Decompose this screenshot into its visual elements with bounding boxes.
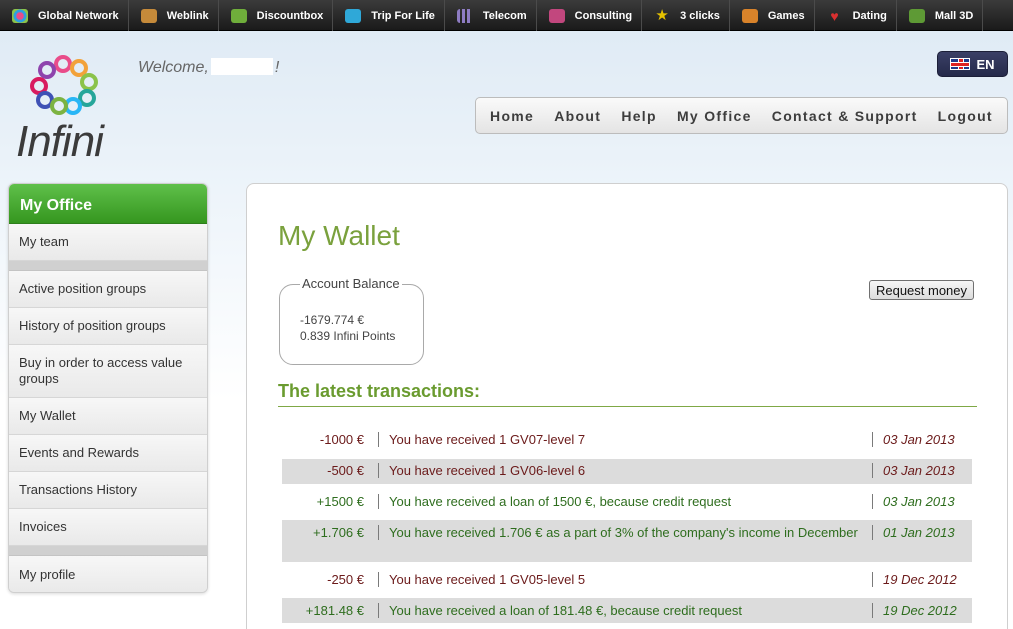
sidebar-separator — [9, 261, 207, 271]
transaction-date: 19 Dec 2012 — [872, 603, 972, 618]
transaction-date: 03 Jan 2013 — [872, 432, 972, 447]
sidebar-item-my-profile[interactable]: My profile — [9, 556, 207, 592]
sidebar-item-history-of-position-groups[interactable]: History of position groups — [9, 308, 207, 345]
network-link-consulting[interactable]: Consulting — [537, 0, 643, 31]
latest-transactions-heading: The latest transactions: — [278, 381, 977, 407]
transaction-description: You have received 1 GV06-level 6 — [378, 463, 872, 478]
star-icon: ★ — [655, 6, 669, 24]
network-bar: Global Network Weblink Discountbox Trip … — [0, 0, 1013, 31]
transaction-date: 01 Jan 2013 — [872, 525, 972, 540]
transaction-description: You have received 1 GV05-level 5 — [378, 572, 872, 587]
sidebar-item-events-and-rewards[interactable]: Events and Rewards — [9, 435, 207, 472]
transaction-date: 03 Jan 2013 — [872, 463, 972, 478]
request-money-button[interactable]: Request money — [869, 280, 974, 300]
network-link-telecom[interactable]: Telecom — [445, 0, 537, 31]
network-link-dating[interactable]: ♥ Dating — [815, 0, 897, 31]
flower-icon — [12, 8, 28, 23]
network-link-label: Dating — [852, 9, 887, 22]
transaction-amount: -250 € — [327, 572, 364, 587]
network-link-label: 3 clicks — [680, 9, 720, 22]
transaction-row: -250 € You have received 1 GV05-level 5 … — [282, 572, 972, 590]
network-link-games[interactable]: Games — [730, 0, 815, 31]
logo-wordmark: Infini — [16, 117, 104, 166]
sidebar-item-active-position-groups[interactable]: Active position groups — [9, 271, 207, 308]
transaction-row: +181.48 € You have received a loan of 18… — [282, 598, 972, 623]
welcome-suffix: ! — [274, 59, 280, 76]
nav-help[interactable]: Help — [621, 108, 657, 124]
account-balance-box: Account Balance -1679.774 € 0.839 Infini… — [279, 276, 424, 365]
welcome-message: Welcome,! — [138, 58, 279, 77]
network-link-3-clicks[interactable]: ★ 3 clicks — [642, 0, 730, 31]
cube-icon — [230, 8, 247, 23]
transaction-row: +1.706 € You have received 1.706 € as a … — [282, 520, 972, 562]
network-link-label: Games — [767, 9, 805, 22]
network-link-label: Telecom — [482, 9, 527, 22]
transaction-amount: +1.706 € — [313, 525, 364, 540]
balance-points: 0.839 Infini Points — [300, 329, 396, 343]
briefcase-icon — [548, 8, 565, 23]
nav-logout[interactable]: Logout — [938, 108, 993, 124]
sidebar-item-invoices[interactable]: Invoices — [9, 509, 207, 546]
camera-icon — [345, 8, 362, 23]
main-nav: Home About Help My Office Contact & Supp… — [475, 97, 1008, 134]
heart-icon: ♥ — [830, 7, 839, 24]
sidebar-title: My Office — [9, 184, 207, 224]
network-link-label: Global Network — [38, 9, 119, 22]
transaction-amount: +181.48 € — [305, 603, 364, 618]
nav-my-office[interactable]: My Office — [677, 108, 752, 124]
balance-legend: Account Balance — [300, 276, 402, 291]
office-sidebar: My Office My team Active position groups… — [8, 183, 208, 593]
shopping-bag-icon — [908, 8, 925, 23]
network-link-label: Discountbox — [256, 9, 324, 22]
transaction-row: -500 € You have received 1 GV06-level 6 … — [282, 459, 972, 484]
sidebar-separator — [9, 546, 207, 556]
network-link-label: Consulting — [574, 9, 633, 22]
sidebar-item-transactions-history[interactable]: Transactions History — [9, 472, 207, 509]
transaction-amount: -1000 € — [319, 432, 364, 447]
gamepad-icon — [741, 8, 758, 23]
language-code: EN — [976, 56, 995, 72]
network-link-label: Trip For Life — [371, 9, 435, 22]
cloud-icon — [140, 8, 157, 23]
sidebar-item-my-wallet[interactable]: My Wallet — [9, 398, 207, 435]
transaction-date: 03 Jan 2013 — [872, 494, 972, 509]
transaction-date: 19 Dec 2012 — [872, 572, 972, 587]
transaction-description: You have received 1.706 € as a part of 3… — [378, 525, 872, 540]
transaction-amount: +1500 € — [316, 494, 364, 509]
transaction-amount: -500 € — [327, 463, 364, 478]
language-selector[interactable]: EN — [937, 51, 1008, 77]
welcome-prefix: Welcome, — [138, 59, 209, 76]
nav-home[interactable]: Home — [490, 108, 534, 124]
transaction-row: -1000 € You have received 1 GV07-level 7… — [282, 432, 972, 450]
username-redacted — [210, 58, 273, 75]
network-link-weblink[interactable]: Weblink — [129, 0, 219, 31]
balance-euro: -1679.774 € — [300, 313, 365, 327]
sidebar-item-my-team[interactable]: My team — [9, 224, 207, 261]
transaction-description: You have received a loan of 181.48 €, be… — [378, 603, 872, 618]
network-link-discountbox[interactable]: Discountbox — [219, 0, 334, 31]
transaction-row: +1500 € You have received a loan of 1500… — [282, 494, 972, 512]
signal-bars-icon — [456, 8, 473, 23]
network-link-trip-for-life[interactable]: Trip For Life — [333, 0, 445, 31]
network-link-label: Mall 3D — [934, 9, 974, 22]
transaction-description: You have received a loan of 1500 €, beca… — [378, 494, 872, 509]
page-title: My Wallet — [278, 220, 400, 251]
sidebar-item-buy-value-groups[interactable]: Buy in order to access value groups — [9, 345, 207, 398]
network-link-label: Weblink — [166, 9, 209, 22]
transaction-description: You have received 1 GV07-level 7 — [378, 432, 872, 447]
uk-flag-icon — [950, 58, 971, 70]
network-link-global-network[interactable]: Global Network — [0, 0, 129, 31]
network-link-mall-3d[interactable]: Mall 3D — [897, 0, 984, 31]
nav-about[interactable]: About — [554, 108, 601, 124]
nav-contact-support[interactable]: Contact & Support — [772, 108, 918, 124]
